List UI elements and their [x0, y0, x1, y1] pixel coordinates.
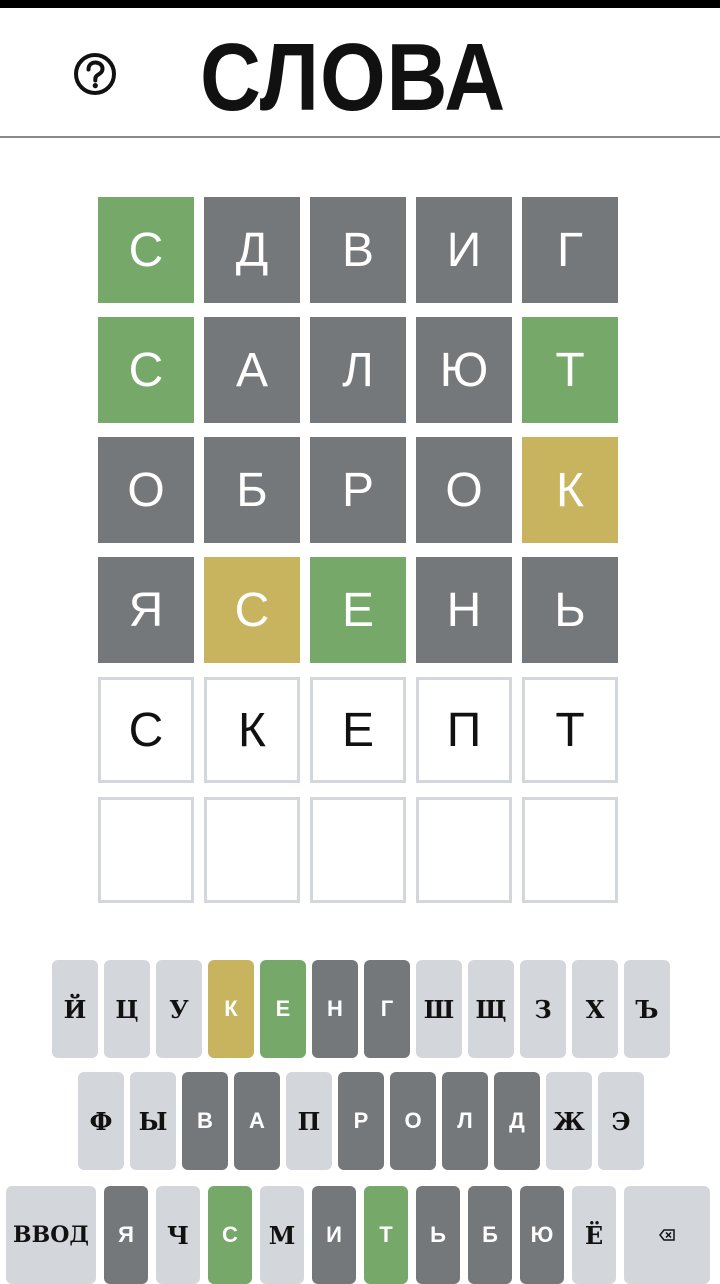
- board-tile: Ь: [522, 557, 618, 663]
- top-status-bar: [0, 0, 720, 8]
- letter-key[interactable]: Т: [364, 1186, 408, 1284]
- letter-key[interactable]: Щ: [468, 960, 514, 1058]
- board-row: СДВИГ: [98, 197, 620, 303]
- board-tile: Е: [310, 557, 406, 663]
- letter-key[interactable]: Ш: [416, 960, 462, 1058]
- board-tile: П: [416, 677, 512, 783]
- board-tile: Я: [98, 557, 194, 663]
- letter-key[interactable]: Ф: [78, 1072, 124, 1170]
- letter-key[interactable]: В: [182, 1072, 228, 1170]
- board-tile: Д: [204, 197, 300, 303]
- letter-key[interactable]: Ь: [416, 1186, 460, 1284]
- letter-key[interactable]: Х: [572, 960, 618, 1058]
- header: СЛОВА: [0, 8, 720, 138]
- board-tile: Б: [204, 437, 300, 543]
- letter-key[interactable]: Ц: [104, 960, 150, 1058]
- letter-key[interactable]: К: [208, 960, 254, 1058]
- letter-key[interactable]: З: [520, 960, 566, 1058]
- letter-key[interactable]: С: [208, 1186, 252, 1284]
- letter-key[interactable]: Б: [468, 1186, 512, 1284]
- game-board: СДВИГСАЛЮТОБРОКЯСЕНЬСКЕПТ: [98, 197, 620, 917]
- board-row: САЛЮТ: [98, 317, 620, 423]
- letter-key[interactable]: Ч: [156, 1186, 200, 1284]
- letter-key[interactable]: Ю: [520, 1186, 564, 1284]
- board-tile: К: [522, 437, 618, 543]
- letter-key[interactable]: Ъ: [624, 960, 670, 1058]
- letter-key[interactable]: Д: [494, 1072, 540, 1170]
- letter-key[interactable]: М: [260, 1186, 304, 1284]
- letter-key[interactable]: У: [156, 960, 202, 1058]
- board-tile: С: [98, 197, 194, 303]
- board-tile: Ю: [416, 317, 512, 423]
- board-tile: [204, 797, 300, 903]
- letter-key[interactable]: Я: [104, 1186, 148, 1284]
- board-tile: Р: [310, 437, 406, 543]
- board-tile: И: [416, 197, 512, 303]
- keyboard-row: ЙЦУКЕНГШЩЗХЪ: [0, 960, 720, 1058]
- letter-key[interactable]: П: [286, 1072, 332, 1170]
- board-tile: С: [98, 317, 194, 423]
- page-title: СЛОВА: [200, 24, 507, 131]
- board-row: ЯСЕНЬ: [98, 557, 620, 663]
- board-tile: С: [204, 557, 300, 663]
- board-tile: О: [98, 437, 194, 543]
- board-tile: Т: [522, 317, 618, 423]
- letter-key[interactable]: О: [390, 1072, 436, 1170]
- enter-key[interactable]: ВВОД: [6, 1186, 96, 1284]
- letter-key[interactable]: Й: [52, 960, 98, 1058]
- letter-key[interactable]: Р: [338, 1072, 384, 1170]
- board-tile: С: [98, 677, 194, 783]
- board-tile: [522, 797, 618, 903]
- board-row: СКЕПТ: [98, 677, 620, 783]
- letter-key[interactable]: Н: [312, 960, 358, 1058]
- help-circle-icon[interactable]: [72, 51, 118, 97]
- letter-key[interactable]: Э: [598, 1072, 644, 1170]
- letter-key[interactable]: И: [312, 1186, 356, 1284]
- board-tile: О: [416, 437, 512, 543]
- board-tile: Л: [310, 317, 406, 423]
- board-tile: А: [204, 317, 300, 423]
- keyboard-row: ВВОД Я Ч С М И Т Ь Б Ю Ё: [0, 1186, 720, 1284]
- letter-key[interactable]: Ж: [546, 1072, 592, 1170]
- letter-key[interactable]: Ы: [130, 1072, 176, 1170]
- board-row: [98, 797, 620, 903]
- letter-key[interactable]: Ё: [572, 1186, 616, 1284]
- board-tile: В: [310, 197, 406, 303]
- board-tile: К: [204, 677, 300, 783]
- letter-key[interactable]: Л: [442, 1072, 488, 1170]
- letter-key[interactable]: А: [234, 1072, 280, 1170]
- board-tile: [98, 797, 194, 903]
- board-tile: [310, 797, 406, 903]
- letter-key[interactable]: Г: [364, 960, 410, 1058]
- board-tile: Т: [522, 677, 618, 783]
- board-tile: Н: [416, 557, 512, 663]
- board-tile: Е: [310, 677, 406, 783]
- board-tile: [416, 797, 512, 903]
- keyboard-row: ФЫВАПРОЛДЖЭ: [0, 1072, 720, 1170]
- board-tile: Г: [522, 197, 618, 303]
- on-screen-keyboard: Й Ц У К Е Н Г Ш Щ З Х Ъ Ф Ы В А П Р О Л Д Ж Э ВВОД Я Ч С М И Т Ь Б Ю Ё: [0, 960, 720, 1284]
- letter-key[interactable]: Е: [260, 960, 306, 1058]
- backspace-key[interactable]: [624, 1186, 710, 1284]
- backspace-icon: [659, 1229, 675, 1241]
- board-row: ОБРОК: [98, 437, 620, 543]
